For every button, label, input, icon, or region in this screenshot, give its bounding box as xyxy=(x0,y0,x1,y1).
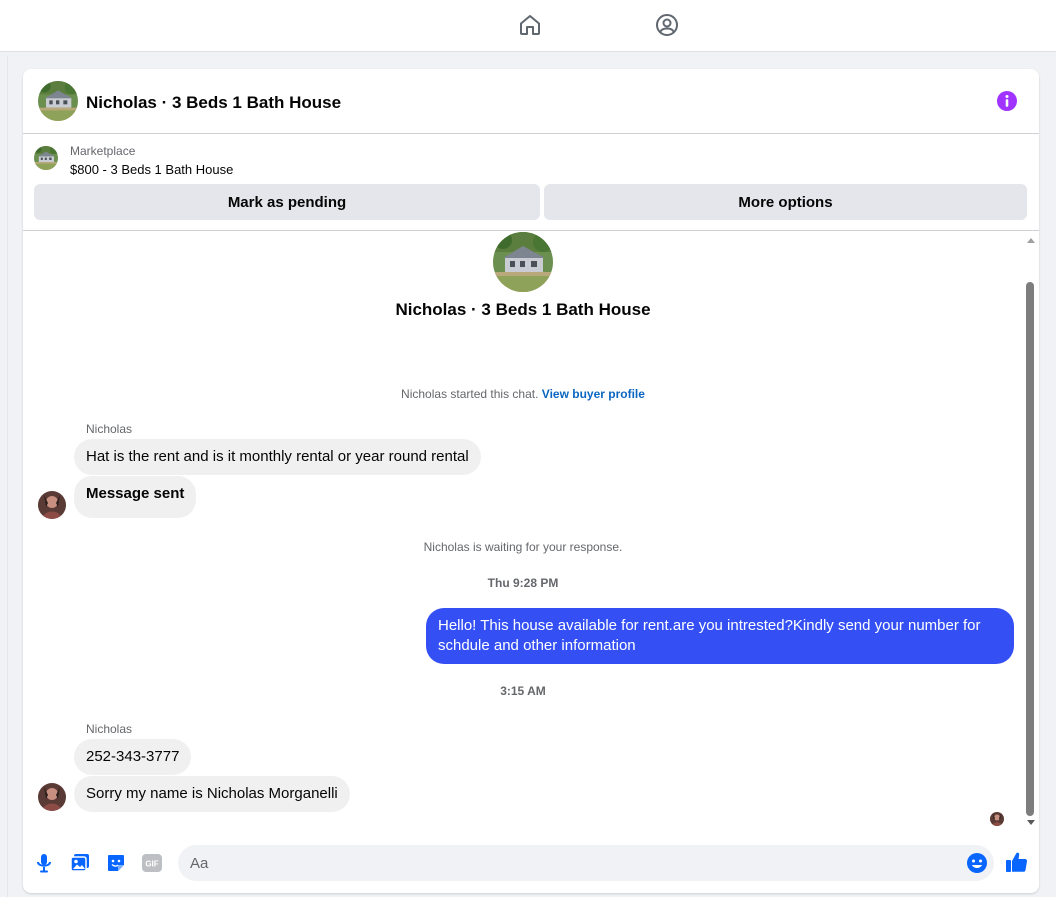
scroll-up-arrow[interactable] xyxy=(1027,238,1035,243)
incoming-message[interactable]: 252-343-3777 xyxy=(74,739,192,775)
chat-started-text: Nicholas started this chat. xyxy=(401,387,539,401)
thread-listing-avatar xyxy=(493,232,553,292)
message-composer: GIF xyxy=(23,842,1039,886)
gif-icon[interactable]: GIF xyxy=(141,852,163,874)
like-icon[interactable] xyxy=(1005,850,1029,874)
scroll-thumb[interactable] xyxy=(1026,282,1034,816)
outgoing-message[interactable]: Hello! This house available for rent.are… xyxy=(426,608,1014,664)
message-thread: Nicholas · 3 Beds 1 Bath House Nicholas … xyxy=(23,232,1039,830)
profile-icon[interactable] xyxy=(654,12,680,38)
timestamp: 3:15 AM xyxy=(500,684,546,698)
thread-title: Nicholas · 3 Beds 1 Bath House xyxy=(395,300,651,319)
view-buyer-profile-link[interactable]: View buyer profile xyxy=(542,387,645,401)
listing-avatar[interactable] xyxy=(38,81,78,121)
chat-header: Nicholas · 3 Beds 1 Bath House xyxy=(23,69,1039,134)
sticker-icon[interactable] xyxy=(105,852,127,874)
conversation-title[interactable]: Nicholas · 3 Beds 1 Bath House xyxy=(86,93,341,113)
mark-as-pending-button[interactable]: Mark as pending xyxy=(34,184,540,220)
sender-name: Nicholas xyxy=(86,422,133,436)
sender-avatar[interactable] xyxy=(38,783,66,811)
incoming-message[interactable]: Hat is the rent and is it monthly rental… xyxy=(74,439,481,475)
marketplace-label: Marketplace xyxy=(70,144,136,158)
timestamp: Thu 9:28 PM xyxy=(487,576,559,590)
listing-price-title[interactable]: $800 - 3 Beds 1 Bath House xyxy=(70,162,233,177)
home-icon[interactable] xyxy=(517,12,543,38)
emoji-icon[interactable] xyxy=(966,852,988,874)
chat-panel: Nicholas · 3 Beds 1 Bath House Marketpla… xyxy=(23,69,1039,893)
waiting-notice: Nicholas is waiting for your response. xyxy=(423,540,623,554)
more-options-button[interactable]: More options xyxy=(544,184,1027,220)
scroll-down-arrow[interactable] xyxy=(1027,820,1035,825)
listing-thumbnail[interactable] xyxy=(34,146,58,170)
sender-avatar[interactable] xyxy=(38,491,66,519)
info-icon[interactable] xyxy=(996,90,1018,112)
message-input[interactable] xyxy=(178,845,994,881)
marketplace-listing-bar: Marketplace $800 - 3 Beds 1 Bath House M… xyxy=(23,134,1039,231)
thread-scrollbar[interactable] xyxy=(1023,232,1037,830)
sender-name: Nicholas xyxy=(86,722,133,736)
photo-icon[interactable] xyxy=(69,852,91,874)
chat-started-notice: Nicholas started this chat. View buyer p… xyxy=(23,387,1023,401)
microphone-icon[interactable] xyxy=(33,852,55,874)
incoming-message[interactable]: Message sent xyxy=(74,476,197,518)
svg-text:GIF: GIF xyxy=(145,860,158,869)
seen-indicator-avatar xyxy=(990,812,1004,826)
top-navigation-bar xyxy=(0,0,1056,52)
incoming-message[interactable]: Sorry my name is Nicholas Morganelli xyxy=(74,776,350,812)
